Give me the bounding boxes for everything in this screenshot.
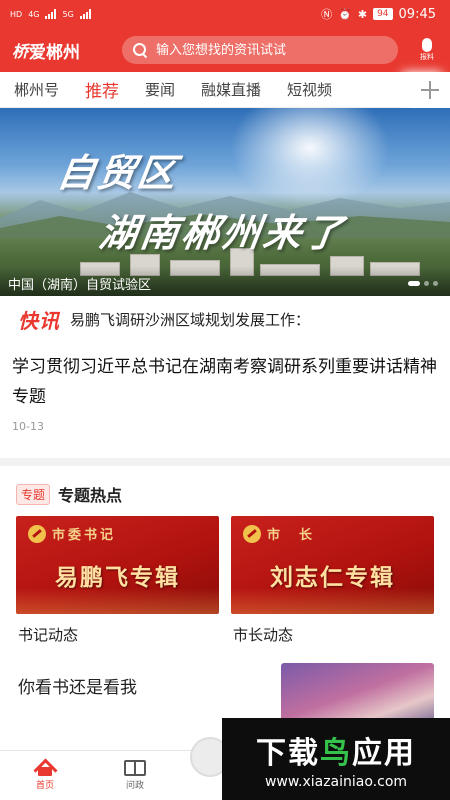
card-name: 易鹏飞专辑 — [55, 565, 180, 591]
network-4g-label: 4G — [28, 9, 40, 19]
tab-news[interactable]: 要闻 — [145, 79, 175, 100]
status-left: HD 4G 5G — [10, 9, 91, 19]
carousel-indicator — [408, 281, 438, 286]
card-label: 市长动态 — [233, 626, 294, 644]
topic-cards: 市委书记 易鹏飞专辑 书记动态 市 长 刘志仁专辑 市长动态 — [16, 516, 434, 645]
card-header: 市 长 — [243, 524, 315, 543]
topic-card-image: 市委书记 易鹏飞专辑 — [16, 516, 219, 614]
search-bar[interactable] — [122, 36, 398, 64]
status-time: 09:45 — [398, 6, 436, 22]
watermark-url: www.xiazainiao.com — [264, 774, 408, 790]
banner-caption: 中国（湖南）自贸试验区 — [0, 266, 450, 296]
topic-card-image: 市 长 刘志仁专辑 — [231, 516, 434, 614]
party-emblem-icon — [28, 524, 46, 543]
section-divider — [0, 458, 450, 466]
tab-recommend[interactable]: 推荐 — [85, 77, 119, 102]
status-bar: HD 4G 5G Ⓝ ⏰ ✱ 94 09:45 — [0, 0, 450, 28]
category-tabs: 郴州号 推荐 要闻 融媒直播 短视频 — [0, 72, 450, 108]
flash-news-text: 易鹏飞调研沙洲区域规划发展工作： — [70, 310, 311, 329]
banner-title-line2: 湖南郴州来了 — [96, 210, 349, 255]
nav-politics-label: 问政 — [125, 781, 144, 791]
watermark-title: 下载鸟应用 — [256, 728, 416, 772]
flash-news-bar[interactable]: 快讯 易鹏飞调研沙洲区域规划发展工作： — [0, 296, 450, 342]
signal-icon — [45, 9, 57, 19]
topic-card-mayor[interactable]: 市 长 刘志仁专辑 市长动态 — [231, 516, 434, 645]
battery-icon: 94 — [373, 8, 393, 20]
banner-carousel[interactable]: 自贸区 湖南郴州来了 中国（湖南）自贸试验区 — [0, 108, 450, 296]
add-channel-button[interactable] — [410, 72, 450, 108]
alarm-icon: ⏰ — [338, 7, 352, 21]
app-screen: HD 4G 5G Ⓝ ⏰ ✱ 94 09:45 桥 爱郴州 报料 郴州号 — [0, 0, 450, 800]
news-article[interactable]: 学习贯彻习近平总书记在湖南考察调研系列重要讲话精神专题 10-13 — [0, 342, 450, 450]
article-title: 学习贯彻习近平总书记在湖南考察调研系列重要讲话精神专题 — [12, 357, 437, 407]
topic-badge: 专题 — [16, 483, 51, 505]
topic-card-secretary[interactable]: 市委书记 易鹏飞专辑 书记动态 — [16, 516, 219, 645]
card-name: 刘志仁专辑 — [270, 565, 395, 591]
card-header: 市委书记 — [28, 524, 116, 543]
tab-chenzhou-hao[interactable]: 郴州号 — [14, 79, 59, 100]
topics-title: 专题热点 — [58, 486, 123, 505]
status-right: Ⓝ ⏰ ✱ 94 09:45 — [321, 6, 436, 22]
network-5g-label: 5G — [62, 9, 74, 19]
app-header: 桥 爱郴州 报料 — [0, 28, 450, 72]
plus-icon — [421, 81, 439, 99]
watermark-title-part2: 鸟 — [320, 736, 352, 771]
article-date: 10-13 — [12, 420, 44, 433]
card-role: 市委书记 — [52, 528, 117, 543]
search-icon — [132, 42, 148, 58]
home-icon — [35, 760, 55, 776]
card-role: 市 长 — [267, 528, 316, 543]
report-label: 报料 — [420, 53, 434, 61]
signal-2-icon — [79, 9, 91, 19]
topics-header: 专题 专题热点 — [16, 480, 434, 508]
banner-title-line1: 自贸区 — [54, 150, 181, 195]
feed-item-title: 你看书还是看我 — [18, 678, 137, 698]
card-label: 书记动态 — [18, 626, 79, 644]
logo-text: 爱郴州 — [29, 42, 81, 63]
bluetooth-icon: ✱ — [357, 7, 368, 21]
tab-short-video[interactable]: 短视频 — [287, 79, 332, 100]
nav-home[interactable]: 首页 — [0, 751, 90, 800]
topics-section: 专题 专题热点 市委书记 易鹏飞专辑 书记动态 市 长 刘志仁专辑 市长动态 — [0, 466, 450, 645]
microphone-icon — [422, 38, 432, 52]
flash-news-logo: 快讯 — [18, 308, 60, 333]
book-icon — [124, 760, 146, 776]
watermark-overlay: 下载鸟应用 www.xiazainiao.com — [222, 718, 450, 800]
report-button[interactable]: 报料 — [414, 38, 440, 62]
network-hd-label: HD — [10, 9, 23, 19]
watermark-title-part1: 下载 — [256, 736, 320, 771]
party-emblem-icon — [243, 524, 261, 543]
tab-live[interactable]: 融媒直播 — [201, 79, 261, 100]
nfc-icon: Ⓝ — [321, 8, 333, 21]
nav-politics[interactable]: 问政 — [90, 751, 180, 800]
app-logo[interactable]: 桥 爱郴州 — [12, 38, 112, 63]
watermark-title-part3: 应用 — [352, 736, 416, 771]
search-input[interactable] — [156, 42, 346, 58]
logo-mark-icon: 桥 — [12, 42, 28, 61]
